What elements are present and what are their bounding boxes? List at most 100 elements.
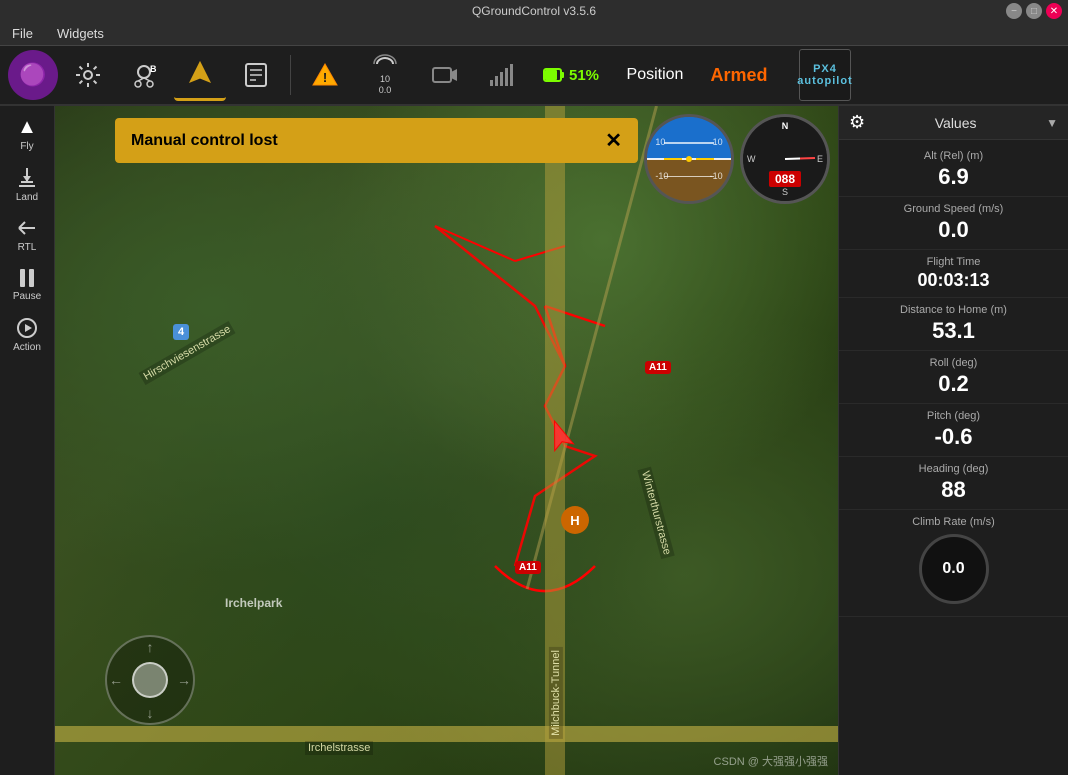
warning-button[interactable]: !	[299, 49, 351, 101]
telem-pitch-value: -0.6	[851, 424, 1056, 450]
settings-icon	[74, 61, 102, 89]
main-content: ▲ Fly Land RTL Pause	[0, 106, 1068, 775]
right-panel-header: ⚙ Values ▼	[839, 106, 1068, 140]
horizon-left-wing	[664, 158, 682, 160]
qgc-logo-button[interactable]: 🟣	[8, 50, 58, 100]
video-button[interactable]	[419, 49, 471, 101]
right-panel: ⚙ Values ▼ Alt (Rel) (m) 6.9 Ground Spee…	[838, 106, 1068, 775]
action-button[interactable]: Action	[3, 310, 51, 358]
menu-file[interactable]: File	[8, 24, 37, 43]
waypoint-a11-2: A11	[515, 561, 541, 574]
telem-heading: Heading (deg) 88	[839, 457, 1068, 510]
home-marker: H	[561, 506, 589, 534]
telem-hdg-value: 88	[851, 477, 1056, 503]
fly-button[interactable]	[174, 49, 226, 101]
horizon-right-wing	[696, 158, 714, 160]
telem-gs-value: 0.0	[851, 217, 1056, 243]
notification-close-button[interactable]: ✕	[605, 128, 622, 153]
joystick-left-arrow: ←	[109, 672, 123, 688]
compass-west: W	[747, 154, 756, 164]
park-label: Irchelpark	[225, 596, 282, 610]
rtl-button[interactable]: RTL	[3, 210, 51, 258]
rtl-label: RTL	[18, 242, 37, 253]
horizon-center-dot	[686, 156, 692, 162]
joystick-right-arrow: →	[177, 672, 191, 688]
settings-button[interactable]	[62, 49, 114, 101]
plan-button[interactable]	[230, 49, 282, 101]
telem-roll: Roll (deg) 0.2	[839, 351, 1068, 404]
telem-alt-label: Alt (Rel) (m)	[851, 150, 1056, 162]
telem-alt-rel: Alt (Rel) (m) 6.9	[839, 144, 1068, 197]
video-icon	[431, 64, 459, 86]
telem-gs-label: Ground Speed (m/s)	[851, 203, 1056, 215]
menu-bar: File Widgets	[0, 22, 1068, 46]
compass-north: N	[782, 121, 789, 131]
virtual-joystick[interactable]: ↑ ↓ ← →	[105, 635, 195, 725]
plan-icon	[242, 61, 270, 89]
instruments: 10 10 -10 -10 N S E W 088	[644, 114, 830, 204]
panel-settings-icon[interactable]: ⚙	[849, 112, 865, 133]
action-label: Action	[13, 342, 41, 353]
link-status-button[interactable]: 100.0	[355, 49, 415, 101]
menu-widgets[interactable]: Widgets	[53, 24, 108, 43]
land-icon	[15, 166, 39, 190]
px4-logo: PX4 autopilot	[799, 49, 851, 101]
map-background: Irchelpark Hirschviesenstrasse Irchelstr…	[55, 106, 838, 775]
pause-icon	[17, 267, 37, 289]
close-button[interactable]: ✕	[1046, 3, 1062, 19]
app-title: QGroundControl v3.5.6	[472, 4, 596, 18]
telem-cr-label: Climb Rate (m/s)	[851, 516, 1056, 528]
road-label-3: Winterthurstrasse	[637, 467, 674, 560]
compass-instrument: N S E W 088	[740, 114, 830, 204]
horizon-top-value: 10	[655, 137, 665, 147]
joystick-up-arrow: ↑	[147, 639, 154, 655]
telem-pitch: Pitch (deg) -0.6	[839, 404, 1068, 457]
telem-pitch-label: Pitch (deg)	[851, 410, 1056, 422]
fly-icon	[186, 60, 214, 88]
telem-roll-value: 0.2	[851, 371, 1056, 397]
battery-percentage: 51%	[569, 67, 599, 84]
compass-south: S	[782, 187, 788, 197]
drone-marker	[540, 416, 580, 461]
land-label: Land	[16, 192, 38, 203]
battery-button[interactable]: 51%	[531, 49, 611, 101]
armed-button[interactable]: Armed	[699, 49, 779, 101]
route-badge-4: 4	[173, 324, 189, 340]
signal-bars	[490, 64, 513, 86]
rtl-icon	[15, 216, 39, 240]
telem-ft-label: Flight Time	[851, 256, 1056, 268]
climb-rate-gauge: 0.0	[919, 534, 989, 604]
svg-text:!: !	[323, 70, 327, 85]
telem-dist-home: Distance to Home (m) 53.1	[839, 298, 1068, 351]
panel-dropdown-arrow[interactable]: ▼	[1046, 116, 1058, 130]
fly-sidebar-button[interactable]: ▲ Fly	[3, 110, 51, 158]
warning-icon: !	[311, 61, 339, 89]
joystick-down-arrow: ↓	[147, 705, 154, 721]
vehicle-setup-button[interactable]: B	[118, 49, 170, 101]
title-bar: QGroundControl v3.5.6 − □ ✕	[0, 0, 1068, 22]
compass-east: E	[817, 154, 823, 164]
telem-climb-rate: Climb Rate (m/s) 0.0	[839, 510, 1068, 617]
panel-title: Values	[935, 115, 977, 131]
climb-rate-value: 0.0	[942, 560, 964, 578]
telem-flight-time: Flight Time 00:03:13	[839, 250, 1068, 298]
notification-banner: Manual control lost ✕	[115, 118, 638, 163]
land-button[interactable]: Land	[3, 160, 51, 208]
telemetry-list: Alt (Rel) (m) 6.9 Ground Speed (m/s) 0.0…	[839, 140, 1068, 775]
toolbar: 🟣 B	[0, 46, 1068, 106]
horizon-bot-value: -10	[655, 171, 668, 181]
pause-label: Pause	[13, 291, 41, 302]
maximize-button[interactable]: □	[1026, 3, 1042, 19]
telem-alt-value: 6.9	[851, 164, 1056, 190]
map-area[interactable]: Irchelpark Hirschviesenstrasse Irchelstr…	[55, 106, 838, 775]
battery-icon	[543, 66, 565, 84]
joystick-arrows: ↑ ↓ ← →	[107, 637, 193, 723]
compass-heading-value: 088	[769, 171, 801, 187]
position-button[interactable]: Position	[615, 49, 695, 101]
svg-text:B: B	[150, 64, 157, 74]
minimize-button[interactable]: −	[1006, 3, 1022, 19]
pause-button[interactable]: Pause	[3, 260, 51, 308]
signal-button[interactable]	[475, 49, 527, 101]
notification-message: Manual control lost	[131, 132, 278, 150]
horizon-top-value-r: 10	[713, 137, 723, 147]
